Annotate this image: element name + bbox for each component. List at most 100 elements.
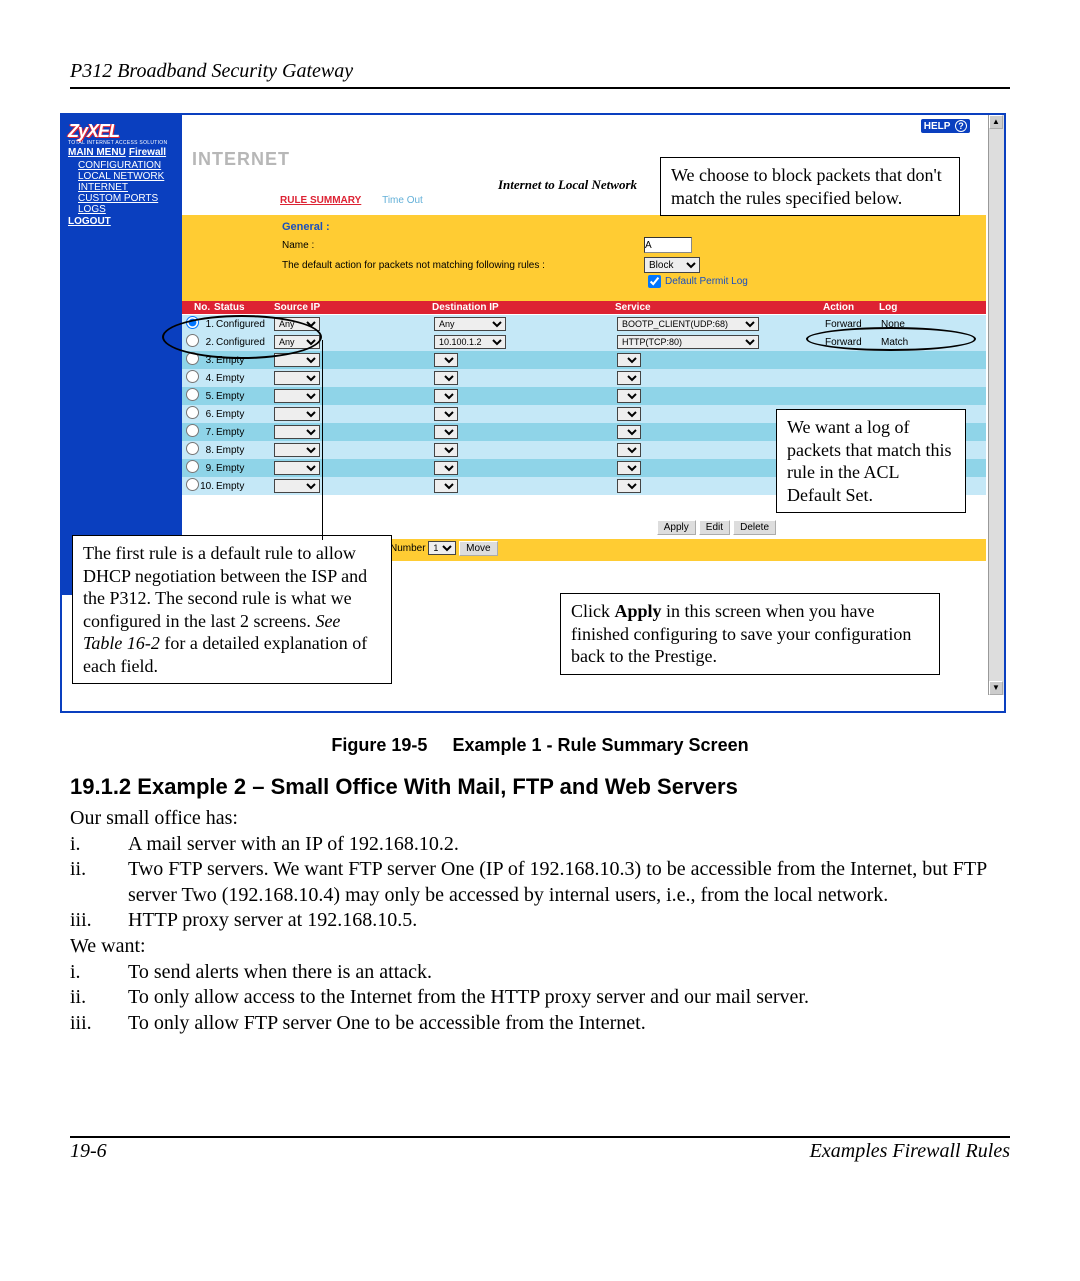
col-src: Source IP bbox=[274, 302, 432, 313]
page-subtitle: Internet to Local Network bbox=[498, 177, 637, 193]
row-radio[interactable] bbox=[186, 388, 199, 401]
row-select[interactable] bbox=[617, 371, 641, 385]
row-select[interactable]: Any bbox=[434, 317, 506, 331]
figure-caption: Figure 19-5 Example 1 - Rule Summary Scr… bbox=[70, 735, 1010, 756]
sidebar-main-menu[interactable]: MAIN MENU bbox=[68, 147, 126, 158]
row-select[interactable]: HTTP(TCP:80) bbox=[617, 335, 759, 349]
name-input[interactable] bbox=[644, 237, 692, 253]
brand-tagline: TOTAL INTERNET ACCESS SOLUTION bbox=[68, 140, 176, 146]
row-radio[interactable] bbox=[186, 424, 199, 437]
sidebar-item-internet[interactable]: INTERNET bbox=[78, 182, 176, 193]
brand-logo: ZyXEL bbox=[68, 121, 176, 142]
row-number: 7. bbox=[200, 427, 216, 438]
row-select[interactable] bbox=[434, 479, 458, 493]
row-radio[interactable] bbox=[186, 478, 199, 491]
scroll-up-icon[interactable]: ▲ bbox=[989, 115, 1003, 129]
row-radio[interactable] bbox=[186, 370, 199, 383]
row-select[interactable]: 10.100.1.2 bbox=[434, 335, 506, 349]
document-header: P312 Broadband Security Gateway bbox=[70, 60, 1010, 89]
list2-item-1: i.To send alerts when there is an attack… bbox=[70, 960, 1010, 986]
row-status: Empty bbox=[216, 463, 274, 474]
default-action-select[interactable]: Block bbox=[644, 257, 700, 273]
sidebar-item-configuration[interactable]: CONFIGURATION bbox=[78, 160, 176, 171]
row-status: Empty bbox=[216, 409, 274, 420]
callout-apply-a: Click bbox=[571, 601, 615, 621]
row-status: Empty bbox=[216, 445, 274, 456]
callout-first-rule: The first rule is a default rule to allo… bbox=[72, 535, 392, 684]
row-status: Empty bbox=[216, 373, 274, 384]
row-select[interactable] bbox=[617, 479, 641, 493]
permit-log-label: Default Permit Log bbox=[665, 276, 748, 287]
row-select[interactable] bbox=[434, 353, 458, 367]
vertical-scrollbar[interactable]: ▲ ▼ bbox=[988, 115, 1004, 695]
row-select[interactable] bbox=[617, 425, 641, 439]
table-row: 4.Empty bbox=[182, 369, 986, 387]
row-radio[interactable] bbox=[186, 442, 199, 455]
edit-button[interactable]: Edit bbox=[699, 520, 730, 535]
ring-forward-match bbox=[806, 327, 976, 351]
col-status: Status bbox=[214, 302, 274, 313]
list1-item-3: iii.HTTP proxy server at 192.168.10.5. bbox=[70, 908, 1010, 934]
row-radio[interactable] bbox=[186, 460, 199, 473]
col-no: No. bbox=[194, 302, 214, 313]
sidebar-item-local-network[interactable]: LOCAL NETWORK bbox=[78, 171, 176, 182]
intro-line: Our small office has: bbox=[70, 806, 1010, 832]
col-action: Action bbox=[823, 302, 879, 313]
action-buttons: Apply Edit Delete bbox=[182, 520, 986, 535]
list1-item-2: ii.Two FTP servers. We want FTP server O… bbox=[70, 857, 1010, 908]
row-select[interactable] bbox=[617, 389, 641, 403]
list1-item-1: i.A mail server with an IP of 192.168.10… bbox=[70, 832, 1010, 858]
row-select[interactable] bbox=[274, 461, 320, 475]
body-text: Our small office has: i.A mail server wi… bbox=[70, 806, 1010, 1036]
general-panel: General : Name : The default action for … bbox=[182, 215, 986, 301]
table-row: 3.Empty bbox=[182, 351, 986, 369]
section-heading: 19.1.2 Example 2 – Small Office With Mai… bbox=[70, 774, 1010, 800]
col-svc: Service bbox=[615, 302, 823, 313]
callout-block: We choose to block packets that don't ma… bbox=[660, 157, 960, 216]
row-select[interactable] bbox=[274, 479, 320, 493]
row-select[interactable] bbox=[434, 389, 458, 403]
row-select[interactable] bbox=[434, 461, 458, 475]
row-select[interactable] bbox=[617, 461, 641, 475]
row-select[interactable] bbox=[274, 443, 320, 457]
row-radio[interactable] bbox=[186, 406, 199, 419]
row-select[interactable] bbox=[434, 407, 458, 421]
callout-apply: Click Apply in this screen when you have… bbox=[560, 593, 940, 675]
row-select[interactable] bbox=[617, 353, 641, 367]
sidebar-logout[interactable]: LOGOUT bbox=[68, 216, 111, 227]
tab-rule-summary[interactable]: RULE SUMMARY bbox=[280, 195, 361, 206]
row-status: Empty bbox=[216, 427, 274, 438]
row-number: 10. bbox=[200, 481, 216, 492]
delete-button[interactable]: Delete bbox=[733, 520, 776, 535]
row-select[interactable] bbox=[617, 443, 641, 457]
table-row: 5.Empty bbox=[182, 387, 986, 405]
apply-button[interactable]: Apply bbox=[657, 520, 696, 535]
row-number: 5. bbox=[200, 391, 216, 402]
list2-item-2: ii.To only allow access to the Internet … bbox=[70, 985, 1010, 1011]
name-label: Name : bbox=[282, 240, 328, 251]
row-select[interactable] bbox=[274, 389, 320, 403]
move-button[interactable]: Move bbox=[459, 541, 497, 556]
tab-timeout[interactable]: Time Out bbox=[382, 195, 423, 206]
sidebar-item-logs[interactable]: LOGS bbox=[78, 204, 176, 215]
row-select[interactable] bbox=[434, 371, 458, 385]
permit-log-checkbox[interactable] bbox=[648, 275, 661, 288]
row-select[interactable] bbox=[434, 443, 458, 457]
sidebar-item-custom-ports[interactable]: CUSTOM PORTS bbox=[78, 193, 176, 204]
col-log: Log bbox=[879, 302, 919, 313]
row-select[interactable] bbox=[274, 425, 320, 439]
caption-text: Example 1 - Rule Summary Screen bbox=[452, 735, 748, 755]
row-number: 8. bbox=[200, 445, 216, 456]
row-select[interactable] bbox=[274, 371, 320, 385]
number-select[interactable]: 1 bbox=[428, 541, 456, 555]
sidebar-firewall[interactable]: Firewall bbox=[129, 147, 166, 158]
row-select[interactable]: BOOTP_CLIENT(UDP:68) bbox=[617, 317, 759, 331]
row-select[interactable] bbox=[617, 407, 641, 421]
figure-screenshot: ▲ ▼ HELP ? ZyXEL TOTAL INTERNET ACCESS S… bbox=[60, 113, 1006, 713]
row-select[interactable] bbox=[434, 425, 458, 439]
scroll-down-icon[interactable]: ▼ bbox=[989, 681, 1003, 695]
row-status: Empty bbox=[216, 481, 274, 492]
row-number: 9. bbox=[200, 463, 216, 474]
footer-section: Examples Firewall Rules bbox=[810, 1140, 1010, 1163]
row-select[interactable] bbox=[274, 407, 320, 421]
